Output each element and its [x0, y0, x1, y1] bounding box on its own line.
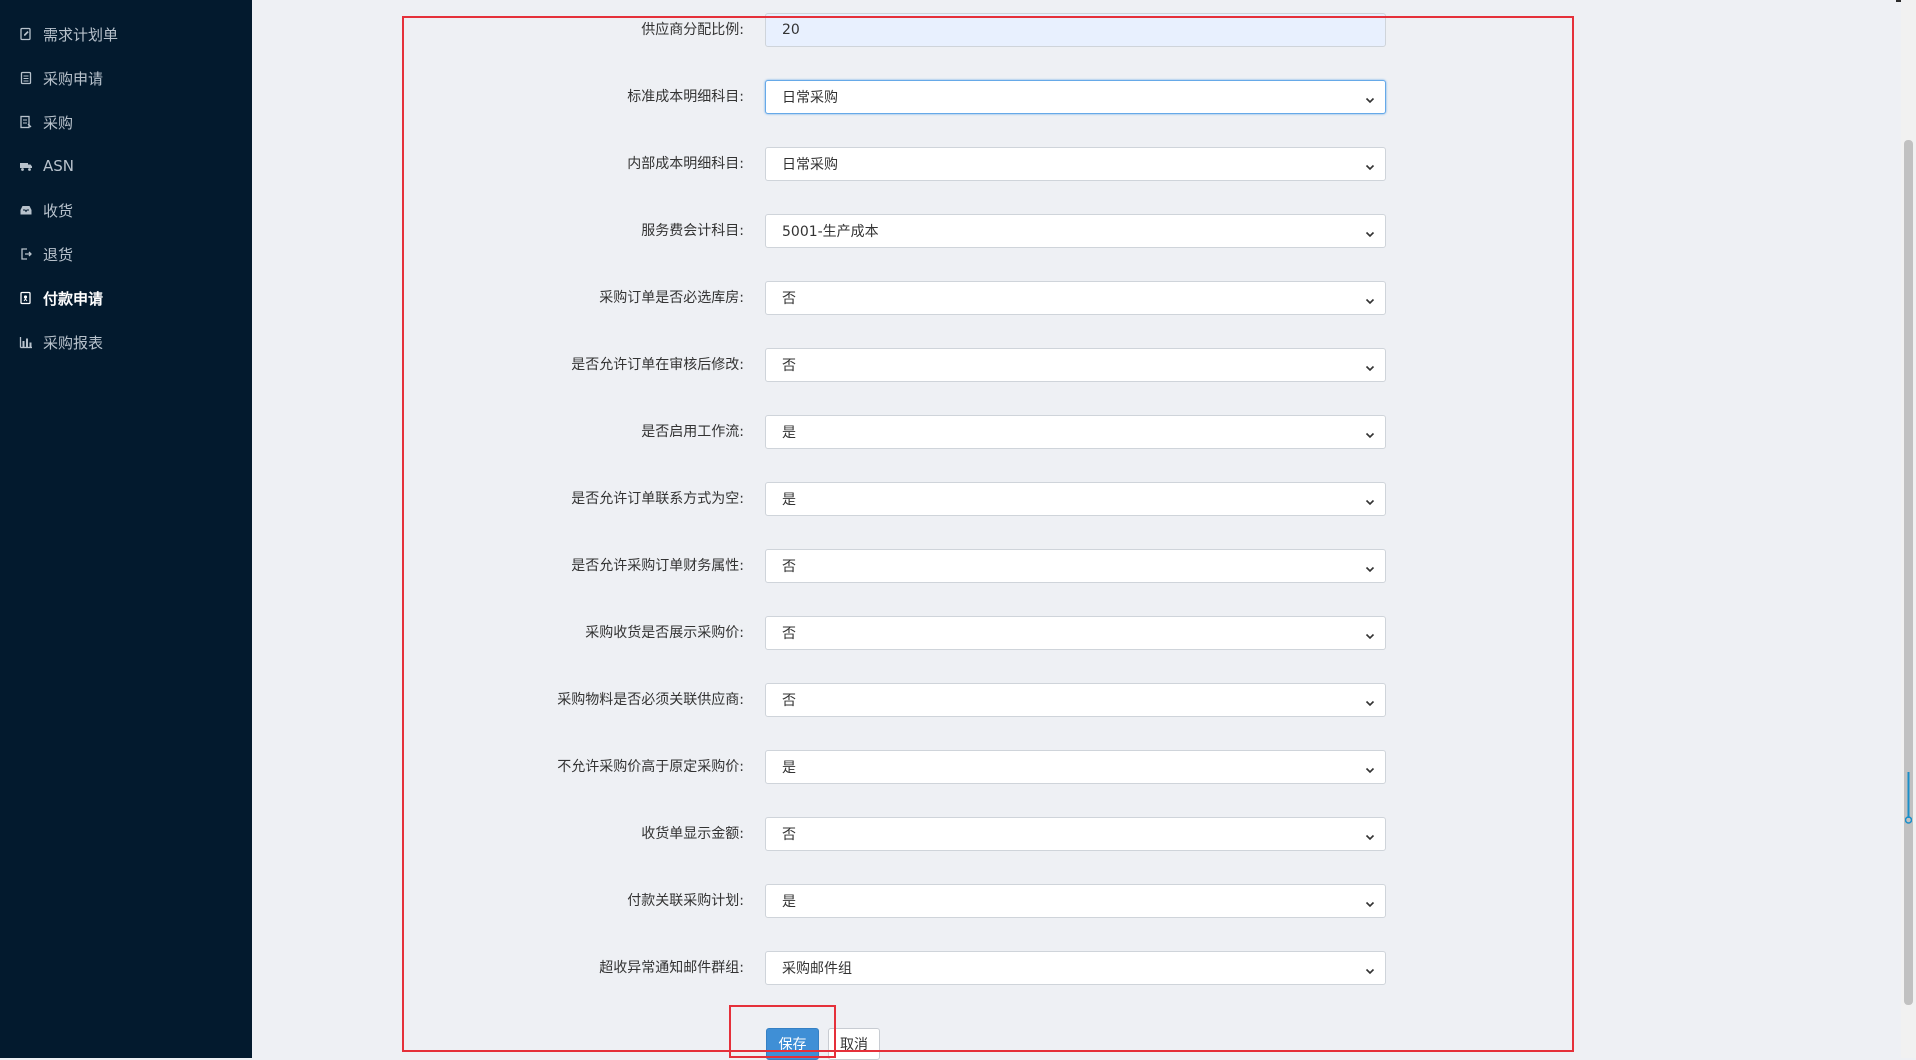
select-dropdown[interactable]: 是 [765, 750, 1386, 784]
select-dropdown[interactable]: 否 [765, 616, 1386, 650]
chevron-down-icon [1365, 964, 1375, 975]
form-row: 采购收货是否展示采购价: 否 [0, 616, 1916, 650]
field-label: 采购物料是否必须关联供应商: [557, 692, 744, 708]
chevron-down-icon [1365, 428, 1375, 439]
form-row: 服务费会计科目: 5001-生产成本 [0, 214, 1916, 248]
field-value: 5001-生产成本 [782, 224, 879, 240]
field-label: 采购订单是否必选库房: [599, 290, 744, 306]
field-label: 供应商分配比例: [641, 22, 744, 38]
field-label: 标准成本明细科目: [627, 89, 744, 105]
select-dropdown[interactable]: 采购邮件组 [765, 951, 1386, 985]
select-dropdown[interactable]: 否 [765, 348, 1386, 382]
field-value: 否 [782, 358, 796, 374]
field-value: 否 [782, 559, 796, 575]
field-label: 是否允许订单联系方式为空: [571, 491, 744, 507]
select-dropdown[interactable]: 否 [765, 549, 1386, 583]
chevron-down-icon [1365, 629, 1375, 640]
field-value: 否 [782, 626, 796, 642]
select-dropdown[interactable]: 否 [765, 281, 1386, 315]
select-dropdown[interactable]: 日常采购 [765, 80, 1386, 114]
select-dropdown[interactable]: 是 [765, 482, 1386, 516]
field-value: 日常采购 [782, 90, 838, 106]
chevron-down-icon [1365, 227, 1375, 238]
field-value: 否 [782, 693, 796, 709]
field-value: 是 [782, 492, 796, 508]
select-dropdown[interactable]: 是 [765, 884, 1386, 918]
field-label: 收货单显示金额: [641, 826, 744, 842]
field-label: 不允许采购价高于原定采购价: [557, 759, 744, 775]
field-label: 采购收货是否展示采购价: [585, 625, 744, 641]
form-row: 是否允许订单在审核后修改: 否 [0, 348, 1916, 382]
sidebar-item-label: 采购 [43, 113, 74, 132]
text-input[interactable]: 20 [765, 13, 1386, 47]
chevron-down-icon [1365, 897, 1375, 908]
list-icon [19, 115, 33, 129]
form-row: 是否允许采购订单财务属性: 否 [0, 549, 1916, 583]
field-value: 是 [782, 894, 796, 910]
bar-chart-icon [19, 335, 33, 349]
chevron-down-icon [1365, 160, 1375, 171]
field-value: 否 [782, 291, 796, 307]
scroll-position-icon [1905, 772, 1912, 824]
field-label: 是否允许采购订单财务属性: [571, 558, 744, 574]
form-row: 超收异常通知邮件群组: 采购邮件组 [0, 951, 1916, 985]
form-row: 付款关联采购计划: 是 [0, 884, 1916, 918]
save-button[interactable]: 保存 [766, 1028, 819, 1060]
field-label: 付款关联采购计划: [627, 893, 744, 909]
form-row: 是否允许订单联系方式为空: 是 [0, 482, 1916, 516]
field-value: 20 [782, 22, 800, 38]
chevron-down-icon [1365, 495, 1375, 506]
select-dropdown[interactable]: 日常采购 [765, 147, 1386, 181]
form-row: 不允许采购价高于原定采购价: 是 [0, 750, 1916, 784]
chevron-down-icon [1365, 696, 1375, 707]
chevron-down-icon [1365, 763, 1375, 774]
chevron-down-icon [1365, 830, 1375, 841]
select-dropdown[interactable]: 5001-生产成本 [765, 214, 1386, 248]
form-row: 收货单显示金额: 否 [0, 817, 1916, 851]
select-dropdown[interactable]: 否 [765, 817, 1386, 851]
field-value: 日常采购 [782, 157, 838, 173]
form-row: 内部成本明细科目: 日常采购 [0, 147, 1916, 181]
field-value: 否 [782, 827, 796, 843]
form-row: 标准成本明细科目: 日常采购 [0, 80, 1916, 114]
field-label: 服务费会计科目: [641, 223, 744, 239]
form-row: 采购订单是否必选库房: 否 [0, 281, 1916, 315]
form-row: 采购物料是否必须关联供应商: 否 [0, 683, 1916, 717]
chevron-down-icon [1365, 93, 1375, 104]
select-dropdown[interactable]: 否 [765, 683, 1386, 717]
select-dropdown[interactable]: 是 [765, 415, 1386, 449]
vertical-scrollbar[interactable] [1901, 0, 1916, 1058]
field-value: 是 [782, 760, 796, 776]
field-label: 是否启用工作流: [641, 424, 744, 440]
scrollbar-thumb[interactable] [1904, 140, 1913, 1005]
cancel-button[interactable]: 取消 [828, 1028, 880, 1060]
form-row: 是否启用工作流: 是 [0, 415, 1916, 449]
field-value: 采购邮件组 [782, 961, 852, 977]
chevron-down-icon [1365, 294, 1375, 305]
field-label: 内部成本明细科目: [627, 156, 744, 172]
field-label: 超收异常通知邮件群组: [599, 960, 744, 976]
chevron-down-icon [1365, 361, 1375, 372]
logout-icon [19, 247, 33, 261]
field-label: 是否允许订单在审核后修改: [571, 357, 744, 373]
form-row: 供应商分配比例: 20 [0, 13, 1916, 47]
chevron-down-icon [1365, 562, 1375, 573]
field-value: 是 [782, 425, 796, 441]
